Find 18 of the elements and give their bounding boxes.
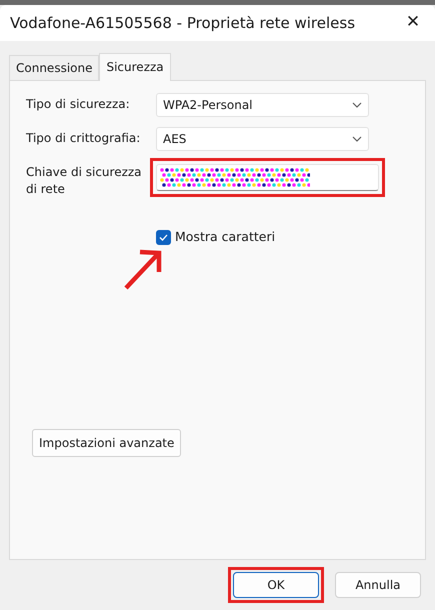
chevron-icon [352, 136, 362, 142]
field-label: Tipo di sicurezza: [26, 96, 131, 113]
dropdown[interactable]: WPA2-Personal [156, 93, 369, 117]
checkbox[interactable] [156, 230, 171, 245]
field-label: Chiave di sicurezza di rete [26, 164, 143, 198]
cancel-button[interactable]: Annulla [335, 572, 421, 598]
tab[interactable]: Sicurezza [99, 53, 171, 81]
password-field[interactable] [156, 164, 379, 191]
checkmark-icon [159, 234, 168, 241]
chevron-icon [352, 102, 362, 108]
checkbox-label: Mostra caratteri [175, 228, 276, 246]
window-title: Vodafone-A61505568 - Proprietà rete wireless [10, 12, 356, 34]
field-label: Tipo di crittografia: [26, 130, 142, 147]
dropdown[interactable]: AES [156, 127, 369, 151]
advanced-settings-button[interactable]: Impostazioni avanzate [32, 429, 182, 457]
ok-button[interactable]: OK [233, 572, 319, 598]
close-button[interactable]: ✕ [391, 5, 435, 41]
tab[interactable]: Connessione [9, 55, 100, 80]
